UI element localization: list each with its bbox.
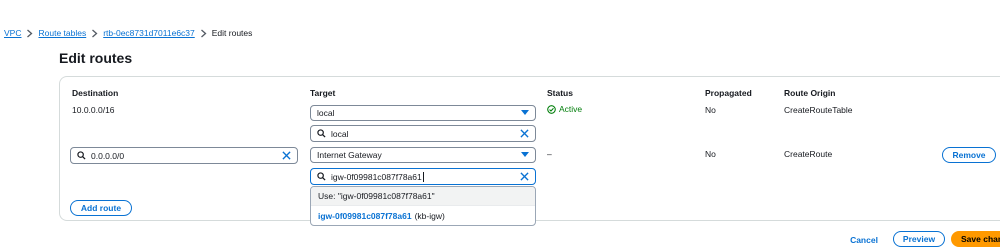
clear-icon[interactable]: [282, 151, 291, 160]
dropdown-option-igw[interactable]: igw-0f09981c087f78a61 (kb-igw): [311, 206, 535, 225]
header-destination: Destination: [72, 88, 119, 98]
row1-target-value: local: [317, 108, 335, 118]
row1-status: Active: [547, 104, 582, 114]
breadcrumb-vpc[interactable]: VPC: [4, 28, 21, 38]
remove-route-button[interactable]: Remove: [942, 147, 996, 163]
clear-icon[interactable]: [520, 172, 529, 181]
row2-destination-input[interactable]: 0.0.0.0/0: [70, 147, 298, 164]
breadcrumb-current: Edit routes: [211, 28, 253, 38]
row2-target-value: Internet Gateway: [317, 150, 382, 160]
row1-target-filter[interactable]: local: [310, 125, 536, 142]
header-status: Status: [547, 88, 573, 98]
row2-target-filter-value: igw-0f09981c087f78a61: [331, 171, 422, 182]
caret-down-icon: [521, 152, 529, 158]
row1-route-origin: CreateRouteTable: [784, 105, 853, 115]
header-propagated: Propagated: [705, 88, 752, 98]
breadcrumb-route-tables[interactable]: Route tables: [38, 28, 86, 38]
breadcrumb-route-table-id[interactable]: rtb-0ec8731d7011e6c37: [103, 28, 195, 38]
save-changes-button[interactable]: Save changes: [951, 231, 1000, 247]
page-title: Edit routes: [59, 50, 133, 66]
chevron-right-icon: [200, 29, 207, 38]
caret-down-icon: [521, 110, 529, 116]
text-cursor: [422, 171, 424, 182]
search-icon: [77, 151, 86, 160]
chevron-right-icon: [26, 29, 33, 38]
row2-route-origin: CreateRoute: [784, 149, 833, 159]
row1-status-text: Active: [559, 104, 583, 114]
target-options-dropdown: Use: "igw-0f09981c087f78a61" igw-0f09981…: [310, 186, 536, 226]
row2-target-select[interactable]: Internet Gateway: [310, 147, 536, 163]
row1-destination: 10.0.0.0/16: [72, 105, 115, 115]
option-igw-id: igw-0f09981c087f78a61: [318, 210, 412, 221]
header-target: Target: [310, 88, 336, 98]
search-icon: [317, 129, 326, 138]
cancel-button[interactable]: Cancel: [848, 232, 880, 248]
preview-button[interactable]: Preview: [893, 231, 945, 247]
breadcrumb: VPC Route tables rtb-0ec8731d7011e6c37 E…: [4, 27, 252, 39]
row1-target-filter-value: local: [331, 128, 349, 139]
row2-propagated: No: [705, 149, 716, 159]
row1-target-select[interactable]: local: [310, 105, 536, 121]
row1-propagated: No: [705, 105, 716, 115]
row2-target-filter[interactable]: igw-0f09981c087f78a61: [310, 168, 536, 185]
dropdown-use-entered-value[interactable]: Use: "igw-0f09981c087f78a61": [311, 187, 535, 206]
option-igw-name: (kb-igw): [414, 210, 445, 221]
use-prefix: Use:: [318, 191, 336, 201]
status-check-icon: [547, 104, 556, 114]
header-route-origin: Route Origin: [784, 88, 836, 98]
add-route-button[interactable]: Add route: [70, 200, 132, 216]
search-icon: [317, 172, 326, 181]
use-value: "igw-0f09981c087f78a61": [337, 191, 435, 201]
chevron-right-icon: [91, 29, 98, 38]
row2-destination-value: 0.0.0.0/0: [91, 150, 125, 161]
clear-icon[interactable]: [520, 129, 529, 138]
row2-status: –: [547, 149, 552, 159]
